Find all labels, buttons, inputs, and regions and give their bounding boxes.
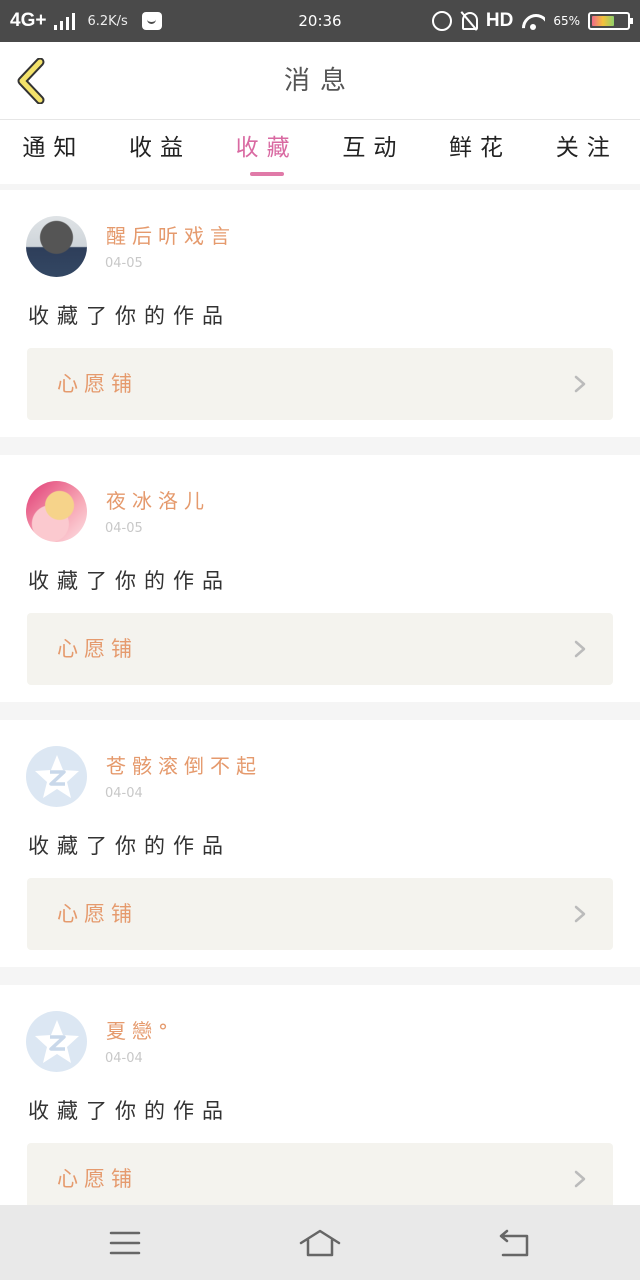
default-avatar-icon bbox=[34, 754, 79, 798]
work-link[interactable]: 心愿铺 bbox=[27, 1143, 613, 1205]
message-card: 苍骸滚倒不起 04-04 收藏了你的作品 心愿铺 bbox=[0, 720, 640, 967]
menu-icon bbox=[109, 1231, 141, 1255]
work-title: 心愿铺 bbox=[57, 1167, 138, 1191]
message-date: 04-04 bbox=[105, 1051, 143, 1066]
mute-bell-icon bbox=[460, 11, 478, 31]
message-date: 04-04 bbox=[105, 786, 143, 801]
work-title: 心愿铺 bbox=[57, 372, 138, 396]
message-date: 04-05 bbox=[105, 521, 143, 536]
tab-following[interactable]: 关注 bbox=[533, 120, 640, 184]
message-text: 收藏了你的作品 bbox=[28, 1099, 231, 1123]
system-nav-bar bbox=[0, 1205, 640, 1280]
username[interactable]: 苍骸滚倒不起 bbox=[106, 750, 262, 779]
chevron-right-icon bbox=[574, 375, 586, 393]
battery-percent: 65% bbox=[553, 14, 580, 28]
message-card: 醒后听戏言 04-05 收藏了你的作品 心愿铺 bbox=[0, 190, 640, 437]
message-card: 夏戀° 04-04 收藏了你的作品 心愿铺 bbox=[0, 985, 640, 1205]
wifi-icon bbox=[521, 12, 545, 30]
tab-interactions[interactable]: 互动 bbox=[320, 120, 427, 184]
username[interactable]: 夏戀° bbox=[106, 1015, 174, 1044]
message-text: 收藏了你的作品 bbox=[28, 304, 231, 328]
default-avatar-icon bbox=[34, 1019, 79, 1063]
menu-button[interactable] bbox=[103, 1223, 147, 1263]
status-bar: 4G+ 6.2K/s 20:36 HD 65% bbox=[0, 0, 640, 42]
avatar[interactable] bbox=[26, 1011, 87, 1072]
tab-favorites[interactable]: 收藏 bbox=[213, 120, 320, 184]
message-text: 收藏了你的作品 bbox=[28, 569, 231, 593]
back-icon bbox=[499, 1229, 529, 1257]
chevron-right-icon bbox=[574, 1170, 586, 1188]
tab-flowers[interactable]: 鲜花 bbox=[427, 120, 534, 184]
chevron-right-icon bbox=[574, 640, 586, 658]
avatar[interactable] bbox=[26, 746, 87, 807]
username[interactable]: 夜冰洛儿 bbox=[106, 485, 210, 514]
tab-notifications[interactable]: 通知 bbox=[0, 120, 107, 184]
work-link[interactable]: 心愿铺 bbox=[27, 878, 613, 950]
avatar[interactable] bbox=[26, 481, 87, 542]
message-date: 04-05 bbox=[105, 256, 143, 271]
app-header: 消息 bbox=[0, 42, 640, 120]
tab-earnings[interactable]: 收益 bbox=[107, 120, 214, 184]
status-right: HD 65% bbox=[431, 0, 633, 42]
avatar[interactable] bbox=[26, 216, 87, 277]
page-title: 消息 bbox=[283, 66, 356, 96]
work-link[interactable]: 心愿铺 bbox=[27, 348, 613, 420]
message-text: 收藏了你的作品 bbox=[28, 834, 231, 858]
work-title: 心愿铺 bbox=[57, 902, 138, 926]
home-button[interactable] bbox=[298, 1223, 342, 1263]
work-title: 心愿铺 bbox=[57, 637, 138, 661]
battery-icon bbox=[588, 12, 633, 30]
message-list[interactable]: 醒后听戏言 04-05 收藏了你的作品 心愿铺 夜冰洛儿 04-05 收藏了你的… bbox=[0, 190, 640, 1205]
alarm-icon bbox=[431, 11, 452, 31]
chevron-right-icon bbox=[574, 905, 586, 923]
tab-bar: 通知 收益 收藏 互动 鲜花 关注 bbox=[0, 120, 640, 184]
hd-indicator: HD bbox=[485, 10, 514, 31]
message-card: 夜冰洛儿 04-05 收藏了你的作品 心愿铺 bbox=[0, 455, 640, 702]
back-nav-button[interactable] bbox=[493, 1223, 537, 1263]
username[interactable]: 醒后听戏言 bbox=[106, 220, 236, 249]
work-link[interactable]: 心愿铺 bbox=[27, 613, 613, 685]
home-icon bbox=[299, 1229, 341, 1257]
